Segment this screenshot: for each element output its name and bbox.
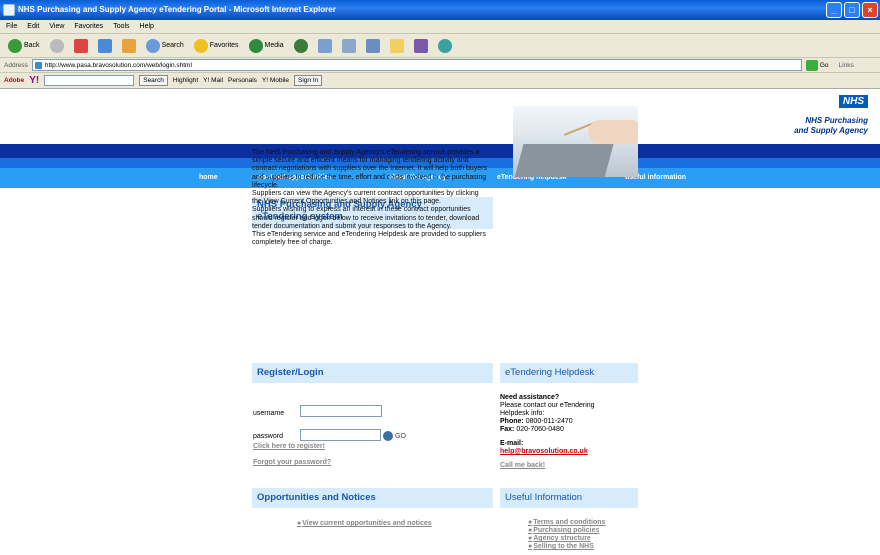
address-label: Address bbox=[4, 61, 28, 69]
address-bar: Address http://www.pasa.bravosolution.co… bbox=[0, 58, 880, 73]
username-input[interactable] bbox=[300, 405, 382, 417]
folder-button[interactable] bbox=[388, 36, 406, 56]
menu-favorites[interactable]: Favorites bbox=[74, 23, 103, 30]
back-button[interactable]: Back bbox=[6, 36, 42, 56]
helpdesk-header: eTendering Helpdesk bbox=[500, 363, 638, 383]
search-button[interactable]: Search bbox=[144, 36, 186, 56]
media-button[interactable]: Media bbox=[247, 36, 286, 56]
bullet-icon: ● bbox=[297, 520, 302, 527]
go-button[interactable]: Go bbox=[805, 59, 829, 71]
links-button[interactable]: Links bbox=[839, 62, 854, 69]
menu-tools[interactable]: Tools bbox=[113, 23, 129, 30]
login-header: Register/Login bbox=[252, 363, 493, 383]
history-icon bbox=[293, 38, 308, 53]
go-circle-icon bbox=[383, 431, 393, 441]
password-label: password bbox=[253, 433, 283, 440]
browser-toolbar: Back Search Favorites Media bbox=[0, 34, 880, 58]
minimize-button[interactable]: _ bbox=[826, 2, 842, 18]
refresh-button[interactable] bbox=[96, 36, 114, 56]
research-icon bbox=[413, 38, 428, 53]
folder-icon bbox=[389, 38, 404, 53]
terms-link[interactable]: ●Terms and conditions bbox=[528, 519, 605, 527]
bullet-icon: ● bbox=[528, 527, 533, 534]
menu-file[interactable]: File bbox=[6, 23, 17, 30]
call-me-back-link[interactable]: Call me back! bbox=[500, 462, 630, 470]
register-link[interactable]: Click here to register! bbox=[253, 443, 325, 450]
media-icon bbox=[248, 38, 263, 53]
bullet-icon: ● bbox=[528, 519, 533, 526]
agency-structure-link[interactable]: ●Agency structure bbox=[528, 535, 605, 543]
yahoo-search-input[interactable] bbox=[44, 75, 135, 86]
purchasing-policies-link[interactable]: ●Purchasing policies bbox=[528, 527, 605, 535]
selling-to-nhs-link[interactable]: ●Selling to the NHS bbox=[528, 543, 605, 551]
bullet-icon: ● bbox=[528, 543, 533, 550]
ie-icon bbox=[3, 4, 15, 16]
laptop-photo bbox=[513, 106, 638, 177]
helpdesk-info: Need assistance? Please contact our eTen… bbox=[500, 394, 630, 470]
window-title-bar: NHS Purchasing and Supply Agency eTender… bbox=[0, 0, 880, 20]
forward-arrow-icon bbox=[49, 38, 64, 53]
useful-info-header: Useful Information bbox=[500, 488, 638, 508]
maximize-button[interactable]: □ bbox=[844, 2, 860, 18]
bullet-icon: ● bbox=[528, 535, 533, 542]
window-title: NHS Purchasing and Supply Agency eTender… bbox=[18, 5, 336, 14]
useful-info-links: ●Terms and conditions ●Purchasing polici… bbox=[528, 519, 605, 551]
forward-button[interactable] bbox=[48, 36, 66, 56]
home-button[interactable] bbox=[120, 36, 138, 56]
messenger-button[interactable] bbox=[436, 36, 454, 56]
close-button[interactable]: × bbox=[862, 2, 878, 18]
stop-icon bbox=[73, 38, 88, 53]
print-button[interactable] bbox=[340, 36, 358, 56]
sign-in-button[interactable]: Sign In bbox=[294, 75, 323, 86]
yahoo-logo[interactable]: Y! bbox=[29, 75, 39, 86]
refresh-icon bbox=[97, 38, 112, 53]
url-field[interactable]: http://www.pasa.bravosolution.com/web/lo… bbox=[31, 59, 802, 71]
history-button[interactable] bbox=[292, 36, 310, 56]
opportunities-header: Opportunities and Notices bbox=[252, 488, 493, 508]
forgot-password-link[interactable]: Forgot your password? bbox=[253, 459, 331, 466]
home-icon bbox=[121, 38, 136, 53]
print-icon bbox=[341, 38, 356, 53]
menu-help[interactable]: Help bbox=[140, 23, 154, 30]
yahoo-mobile-button[interactable]: Y! Mobile bbox=[262, 77, 289, 84]
edit-icon bbox=[365, 38, 380, 53]
menu-view[interactable]: View bbox=[49, 23, 64, 30]
edit-button[interactable] bbox=[364, 36, 382, 56]
back-arrow-icon bbox=[8, 38, 22, 53]
menu-edit[interactable]: Edit bbox=[27, 23, 39, 30]
yahoo-search-button[interactable]: Search bbox=[139, 75, 168, 86]
messenger-icon bbox=[437, 38, 452, 53]
agency-name: NHS Purchasing and Supply Agency bbox=[794, 116, 868, 135]
adobe-button[interactable]: Adobe bbox=[4, 77, 24, 84]
nav-home[interactable]: home bbox=[199, 174, 218, 181]
login-go-button[interactable]: GO bbox=[383, 431, 406, 441]
personals-button[interactable]: Personals bbox=[228, 77, 257, 84]
mail-icon bbox=[317, 38, 332, 53]
highlight-button[interactable]: Highlight bbox=[173, 77, 198, 84]
username-label: username bbox=[253, 410, 285, 417]
mail-button[interactable] bbox=[316, 36, 334, 56]
menu-bar: File Edit View Favorites Tools Help bbox=[0, 20, 880, 34]
intro-text: The NHS Purchasing and Supply Agency's e… bbox=[252, 149, 488, 247]
search-icon bbox=[145, 38, 160, 53]
nhs-logo: NHS bbox=[838, 95, 868, 108]
star-icon bbox=[193, 38, 208, 53]
yahoo-toolbar: Adobe Y! Search Highlight Y! Mail Person… bbox=[0, 73, 880, 89]
stop-button[interactable] bbox=[72, 36, 90, 56]
yahoo-mail-button[interactable]: Y! Mail bbox=[203, 77, 223, 84]
favorites-button[interactable]: Favorites bbox=[192, 36, 241, 56]
go-arrow-icon bbox=[805, 59, 818, 71]
view-opportunities-link[interactable]: ●View current opportunities and notices bbox=[297, 520, 432, 527]
research-button[interactable] bbox=[412, 36, 430, 56]
password-input[interactable] bbox=[300, 429, 381, 441]
helpdesk-email-link[interactable]: help@bravosolution.co.uk bbox=[500, 448, 588, 455]
